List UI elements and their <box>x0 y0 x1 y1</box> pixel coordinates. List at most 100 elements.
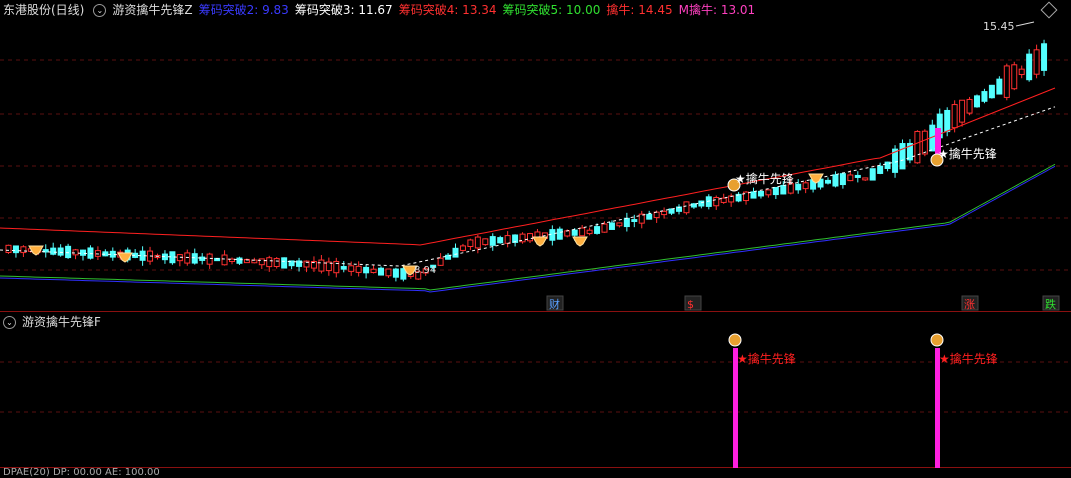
candle-body <box>981 91 988 102</box>
candle-body <box>340 266 347 270</box>
high-price-label: 15.45 <box>983 20 1015 33</box>
event-marker: 财 <box>549 297 560 311</box>
candle-body <box>80 249 86 256</box>
candle-body <box>363 266 370 274</box>
candle-body <box>556 228 563 240</box>
candle-body <box>184 252 191 264</box>
candle-body <box>1011 64 1018 90</box>
candle-body <box>914 130 921 164</box>
candle-body <box>988 84 995 99</box>
signal-bar <box>935 348 940 468</box>
candle-body <box>57 247 64 256</box>
candle-body <box>959 99 966 123</box>
candle-body <box>720 197 727 203</box>
candle-body <box>683 201 690 214</box>
diamond-signal-icon <box>28 245 44 256</box>
candle-body <box>616 222 623 227</box>
candle-body <box>921 130 928 155</box>
candle-body <box>527 233 533 242</box>
signal-label: ★擒牛先锋 <box>735 171 794 186</box>
candle-body <box>839 173 846 186</box>
price-chart[interactable]: 15.45 8.94 ★擒牛先锋 ★擒牛先锋财 $ 涨 跌 <box>0 0 1071 312</box>
candle-body <box>348 265 355 272</box>
candle-body <box>564 230 571 237</box>
money-bag-icon <box>728 333 742 347</box>
candle-body <box>87 247 94 259</box>
candle-body <box>765 189 772 196</box>
candle-body <box>594 226 601 234</box>
candle-body <box>318 259 325 272</box>
support-band-green <box>0 163 1056 291</box>
candle-body <box>869 168 876 181</box>
candle-body <box>757 190 764 197</box>
candle-body <box>638 213 645 224</box>
candle-body <box>623 217 630 228</box>
candle-body <box>847 174 854 182</box>
candle-body <box>452 247 459 258</box>
moving-average-white <box>0 106 1056 267</box>
candle-body <box>258 258 265 266</box>
candle-body <box>1003 65 1010 98</box>
candle-body <box>713 196 720 207</box>
money-bag-icon <box>930 333 944 347</box>
indicator-chart[interactable]: ★擒牛先锋 ★擒牛先锋 <box>0 312 1071 468</box>
candle-body <box>750 191 757 199</box>
high-price-arrow <box>1015 21 1035 27</box>
candle-body <box>795 183 802 191</box>
candle-body <box>549 229 556 241</box>
candle-body <box>50 247 57 255</box>
candle-body <box>221 254 228 266</box>
candle-body <box>65 245 72 259</box>
candle-body <box>459 245 466 251</box>
candle-body <box>385 268 392 277</box>
candle-body <box>5 244 12 254</box>
diamond-signal-icon <box>532 236 548 247</box>
candle-body <box>504 235 511 244</box>
candle-body <box>996 78 1003 95</box>
candle-body <box>951 104 958 129</box>
candle-body <box>497 237 504 244</box>
candle-body <box>355 265 362 273</box>
diamond-signal-icon <box>117 252 133 263</box>
candle-body <box>899 143 906 170</box>
candle-body <box>586 229 593 235</box>
event-marker: 涨 <box>964 298 975 311</box>
candle-body <box>802 182 809 190</box>
indicator-signal-label: ★擒牛先锋 <box>939 351 998 366</box>
candle-body <box>1018 68 1025 76</box>
candle-body <box>653 211 660 219</box>
low-price-label: 8.94 <box>414 265 436 276</box>
candle-body <box>1041 43 1048 71</box>
candle-body <box>206 253 213 265</box>
diamond-signal-icon <box>572 236 588 247</box>
candle-body <box>1026 53 1033 81</box>
candle-body <box>966 98 973 114</box>
candle-body <box>72 249 79 256</box>
candle-body <box>467 239 474 248</box>
bottom-indicator-header: DPAE(20) DP: 00.00 AE: 100.00 <box>0 468 1071 478</box>
candle-body <box>854 174 861 178</box>
candle-body <box>579 227 586 237</box>
candle-body <box>832 174 839 187</box>
candle-body <box>631 219 638 223</box>
candle-body <box>191 253 198 264</box>
event-marker: $ <box>687 298 694 311</box>
candle-body <box>437 257 444 266</box>
candle-body <box>877 165 884 174</box>
event-marker: 跌 <box>1045 297 1056 311</box>
candle-body <box>608 222 615 230</box>
candle-body <box>273 258 280 268</box>
candle-body <box>601 223 608 233</box>
candle-body <box>772 186 779 196</box>
candle-body <box>12 245 19 254</box>
candle-body <box>571 229 578 236</box>
candle-body <box>698 200 705 207</box>
candle-body <box>392 268 399 278</box>
candle-body <box>825 179 831 184</box>
signal-label: ★擒牛先锋 <box>938 146 997 161</box>
candle-body <box>862 177 869 181</box>
candle-body <box>236 257 243 264</box>
candle-body <box>474 236 481 249</box>
candle-body <box>974 95 980 108</box>
bottom-indicator-label: DPAE(20) DP: 00.00 AE: 100.00 <box>3 467 160 478</box>
